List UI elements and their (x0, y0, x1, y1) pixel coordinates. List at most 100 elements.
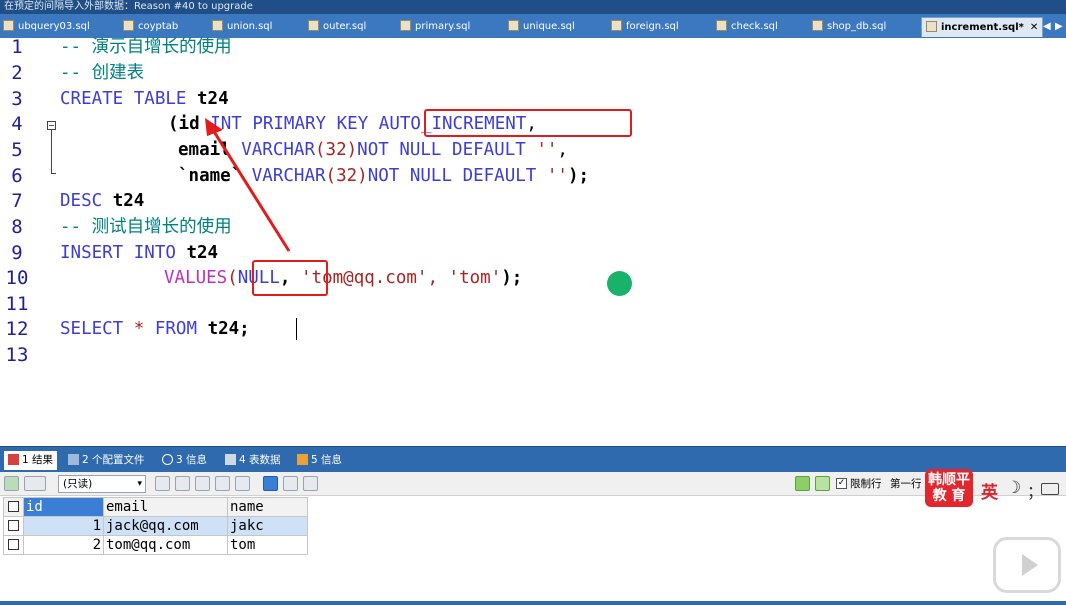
cell-email[interactable]: tom@qq.com (103, 535, 228, 555)
delete-icon[interactable] (215, 476, 230, 491)
sql-file-icon (212, 20, 223, 31)
copy-row-icon[interactable] (155, 476, 170, 491)
tab-increment[interactable]: increment.sql* ✕ (921, 17, 1044, 37)
table-row[interactable]: 1 jack@qq.com jakc (3, 516, 308, 536)
tab-label: 信息 (321, 454, 343, 466)
text-caret (296, 318, 297, 340)
reload-icon[interactable] (815, 476, 830, 491)
sql-file-icon (400, 20, 411, 31)
column-header-email[interactable]: email (103, 497, 228, 517)
highlight-box-null (252, 260, 328, 296)
ime-language-indicator[interactable]: 英 (981, 478, 998, 503)
limit-rows-checkbox[interactable]: ✓ (836, 478, 847, 489)
code-line-10: VALUES(NULL, 'tom@qq.com', 'tom'); (164, 266, 522, 291)
column-header-name[interactable]: name (227, 497, 308, 517)
line-number: 6 (11, 165, 23, 187)
table-row[interactable]: 2 tom@qq.com tom (3, 535, 308, 555)
tab-info[interactable]: 5 信息 (297, 451, 342, 470)
row-select-cell[interactable] (3, 535, 24, 555)
code-line-1: -- 演示自增长的使用 (60, 35, 232, 60)
tab-subquery03[interactable]: ubquery03.sql (3, 17, 90, 37)
info-icon (162, 454, 173, 465)
code-line-7: DESC t24 (60, 189, 144, 214)
tab-outer[interactable]: outer.sql (308, 17, 366, 37)
line-number: 13 (5, 344, 29, 366)
duplicate-icon[interactable] (175, 476, 190, 491)
refresh-icon[interactable] (235, 476, 250, 491)
view-menu-icon[interactable] (24, 476, 46, 491)
cell-name[interactable]: tom (227, 535, 308, 555)
table-name: t24 (207, 319, 240, 339)
sql-file-icon (926, 21, 937, 32)
close-paren: ) (346, 140, 358, 160)
result-mode-select[interactable]: (只读) ▾ (58, 475, 146, 493)
sql-type: VARCHAR (241, 140, 315, 160)
tab-number: 3 (176, 454, 183, 466)
row-checkbox[interactable] (8, 520, 19, 531)
sql-keyword: DEFAULT (452, 140, 526, 160)
close-icon[interactable]: ✕ (1030, 18, 1038, 37)
row-select-cell[interactable] (3, 516, 24, 536)
scroll-left-icon[interactable]: ◀ (1043, 17, 1051, 36)
grid-view-icon[interactable] (263, 476, 278, 491)
results-tab-bar: 1 结果 2 个配置文件 3 信息 4 表数据 5 信息 (0, 446, 1066, 472)
line-number: 5 (11, 139, 23, 161)
tab-foreign[interactable]: foreign.sql (611, 17, 679, 37)
sql-keyword: PRIMARY (252, 114, 327, 134)
sql-keyword: NOT (367, 166, 400, 186)
sql-editor[interactable]: 1 2 3 4 5 6 7 8 9 10 11 12 13 − -- 演示自增长… (0, 35, 1066, 446)
form-view-icon[interactable] (283, 476, 298, 491)
fold-toggle-icon[interactable]: − (47, 121, 56, 130)
column-name: id (178, 114, 200, 134)
moon-icon[interactable]: ☽ (1006, 478, 1021, 498)
tab-label: union.sql (227, 21, 273, 32)
code-line-8: -- 测试自增长的使用 (60, 215, 232, 240)
scroll-right-icon[interactable]: ▶ (1055, 17, 1063, 36)
filter-icon[interactable] (795, 476, 810, 491)
tab-profile[interactable]: 2 个配置文件 (68, 451, 145, 470)
keyboard-icon[interactable] (1041, 483, 1059, 495)
tab-check[interactable]: check.sql (716, 17, 778, 37)
line-number: 4 (11, 113, 23, 135)
tab-shop-db[interactable]: shop_db.sql (812, 17, 886, 37)
line-number: 2 (11, 62, 23, 84)
play-button[interactable] (993, 537, 1061, 593)
sql-keyword: FROM (154, 319, 198, 339)
line-number: 1 (11, 36, 23, 58)
export-icon[interactable] (4, 476, 19, 491)
sql-comment: -- 创建表 (60, 63, 145, 83)
select-all-checkbox[interactable] (8, 501, 19, 512)
sql-keyword: NULL (399, 140, 442, 160)
cell-id[interactable]: 2 (23, 535, 104, 555)
sql-keyword: INTO (133, 243, 176, 263)
table-name: t24 (197, 89, 229, 109)
statement-end: ; (239, 319, 250, 339)
first-row-label: 第一行 (890, 478, 922, 490)
sql-file-icon (716, 20, 727, 31)
row-checkbox[interactable] (8, 539, 19, 550)
tab-label: coyptab (138, 21, 179, 32)
tab-results[interactable]: 1 结果 (4, 451, 58, 470)
cell-id[interactable]: 1 (23, 516, 104, 536)
cell-name[interactable]: jakc (227, 516, 308, 536)
tab-messages[interactable]: 3 信息 (162, 451, 207, 470)
cell-email[interactable]: jack@qq.com (103, 516, 228, 536)
tab-union[interactable]: union.sql (212, 17, 272, 37)
open-paren: ( (315, 140, 326, 160)
select-all-cell[interactable] (3, 497, 24, 517)
statement-end: ); (567, 166, 590, 186)
statement-end: ); (501, 268, 523, 288)
results-grid-area: id email name 1 jack@qq.com jakc 2 tom@q… (0, 496, 1066, 601)
tab-table-data[interactable]: 4 表数据 (225, 451, 281, 470)
fold-guide (51, 130, 52, 174)
logo-line-1: 韩顺平 (928, 472, 970, 488)
number-literal: 32 (336, 166, 358, 186)
tab-coyptab[interactable]: coyptab (123, 17, 178, 37)
column-header-id[interactable]: id (23, 497, 104, 517)
sql-type: VARCHAR (251, 166, 326, 186)
text-view-icon[interactable] (303, 476, 318, 491)
results-toolbar: (只读) ▾ ✓ 限制行 第一行 (0, 472, 1066, 496)
tab-unique[interactable]: unique.sql (508, 17, 575, 37)
tab-primary[interactable]: primary.sql (400, 17, 470, 37)
save-icon[interactable] (195, 476, 210, 491)
